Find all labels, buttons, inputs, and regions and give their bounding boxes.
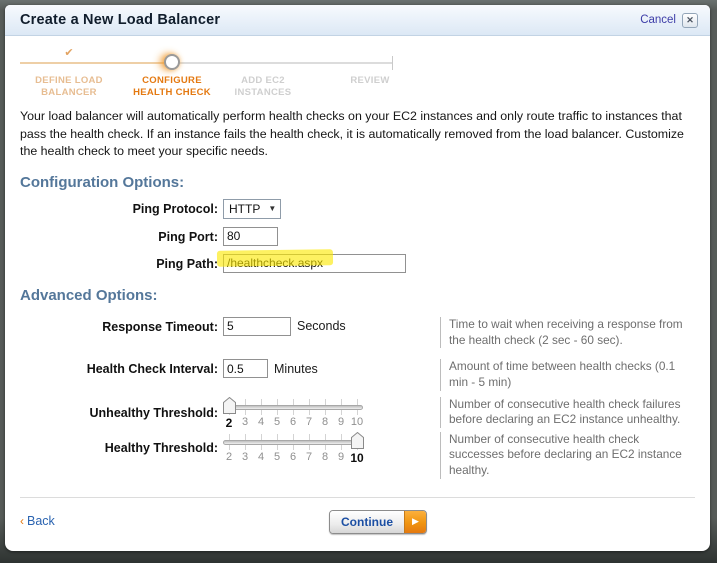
footer-divider: [20, 496, 695, 498]
slider-number[interactable]: 4: [253, 451, 269, 463]
wizard-step-indicator: ✔ DEFINE LOAD BALANCER CONFIGURE HEALTH …: [20, 45, 695, 103]
ping-path-row: Ping Path:: [20, 249, 695, 273]
health-check-interval-label: Health Check Interval:: [86, 362, 218, 377]
ping-protocol-row: Ping Protocol: HTTP ▼: [20, 198, 695, 219]
progress-line-remaining: [172, 62, 392, 64]
health-check-interval-help: Amount of time between health checks (0.…: [440, 359, 695, 391]
healthy-threshold-row: Healthy Threshold: 2 3 4 5 6 7 8 9 10 Number of …: [20, 431, 695, 479]
slider-number[interactable]: 5: [269, 416, 285, 428]
health-check-interval-row: Health Check Interval: Minutes Amount of…: [20, 359, 695, 391]
response-timeout-label: Response Timeout:: [102, 319, 218, 334]
advanced-options-heading: Advanced Options:: [20, 286, 158, 304]
ping-path-input[interactable]: [223, 253, 406, 273]
configuration-options-heading: Configuration Options:: [20, 173, 185, 191]
slider-number[interactable]: 5: [269, 451, 285, 463]
cancel-link[interactable]: Cancel: [640, 14, 676, 26]
slider-number[interactable]: 8: [317, 451, 333, 463]
step-add-ec2-instances: ADD EC2 INSTANCES: [234, 75, 292, 98]
ping-port-label: Ping Port:: [158, 229, 218, 244]
health-check-interval-input[interactable]: [223, 359, 268, 379]
slider-track[interactable]: [223, 439, 363, 445]
slider-handle[interactable]: [222, 396, 236, 414]
progress-end-tick: [392, 56, 393, 70]
slider-number[interactable]: 3: [237, 416, 253, 428]
continue-button-label: Continue: [330, 510, 404, 533]
response-timeout-input[interactable]: [223, 316, 291, 336]
step-define-load-balancer[interactable]: DEFINE LOAD BALANCER: [14, 75, 124, 99]
back-link-label: Back: [27, 513, 55, 528]
slider-number[interactable]: 4: [253, 416, 269, 428]
healthy-threshold-label: Healthy Threshold:: [104, 440, 218, 455]
slider-track[interactable]: [223, 404, 363, 410]
progress-line-complete: [20, 62, 172, 64]
dialog-title: Create a New Load Balancer: [20, 12, 221, 28]
unhealthy-threshold-help: Number of consecutive health check failu…: [440, 396, 695, 428]
slider-number[interactable]: 2: [221, 416, 237, 430]
ping-port-input[interactable]: [223, 226, 278, 246]
dialog-titlebar: Create a New Load Balancer Cancel ✕: [5, 5, 710, 36]
footer: ‹ Back Continue ▶: [20, 509, 695, 536]
slider-number[interactable]: 2: [221, 451, 237, 463]
ping-protocol-value: HTTP: [229, 201, 261, 216]
intro-text: Your load balancer will automatically pe…: [20, 109, 684, 159]
healthy-threshold-slider[interactable]: 2 3 4 5 6 7 8 9 10: [221, 431, 365, 466]
close-icon[interactable]: ✕: [682, 12, 698, 28]
continue-button[interactable]: Continue ▶: [329, 509, 427, 534]
slider-number[interactable]: 9: [333, 451, 349, 463]
slider-number[interactable]: 8: [317, 416, 333, 428]
slider-number[interactable]: 6: [285, 416, 301, 428]
healthy-threshold-help: Number of consecutive health check succe…: [440, 431, 695, 479]
unhealthy-threshold-label: Unhealthy Threshold:: [89, 405, 218, 420]
ping-protocol-select[interactable]: HTTP ▼: [223, 198, 282, 219]
health-check-interval-unit: Minutes: [274, 361, 318, 376]
unhealthy-threshold-row: Unhealthy Threshold: 2 3 4 5 6 7 8 9 10 Number o…: [20, 396, 695, 431]
slider-number[interactable]: 10: [349, 451, 365, 465]
ping-path-label: Ping Path:: [156, 256, 218, 271]
response-timeout-help: Time to wait when receiving a response f…: [440, 316, 695, 349]
chevron-down-icon: ▼: [268, 204, 277, 214]
ping-protocol-label: Ping Protocol:: [132, 201, 218, 216]
slider-number[interactable]: 6: [285, 451, 301, 463]
back-link[interactable]: ‹ Back: [20, 514, 55, 528]
check-icon: ✔: [64, 47, 74, 59]
slider-number[interactable]: 7: [301, 416, 317, 428]
ping-port-row: Ping Port:: [20, 226, 695, 246]
step-review: REVIEW: [350, 75, 390, 86]
back-chevron-icon: ‹: [20, 513, 24, 528]
current-step-marker: [164, 54, 180, 70]
slider-handle[interactable]: [350, 431, 364, 449]
unhealthy-threshold-slider[interactable]: 2 3 4 5 6 7 8 9 10: [221, 396, 365, 431]
response-timeout-unit: Seconds: [297, 319, 346, 334]
slider-number[interactable]: 3: [237, 451, 253, 463]
slider-number[interactable]: 10: [349, 416, 365, 428]
create-load-balancer-dialog: Create a New Load Balancer Cancel ✕ ✔ DE…: [5, 5, 710, 551]
slider-number[interactable]: 9: [333, 416, 349, 428]
continue-arrow-icon: ▶: [404, 510, 426, 533]
slider-number[interactable]: 7: [301, 451, 317, 463]
response-timeout-row: Response Timeout: Seconds Time to wait w…: [20, 316, 695, 349]
